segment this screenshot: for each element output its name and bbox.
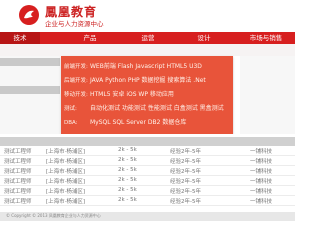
job-list-header xyxy=(0,137,295,146)
job-row[interactable]: 测试工程师 [上海市·杨浦区] 2k - 5k 经验2年-5年 一铺科技 xyxy=(0,186,295,196)
dropdown-row[interactable]: DBA: MySQL SQL Server DB2 数据仓库 xyxy=(64,114,186,126)
job-row[interactable]: 测试工程师 [上海市·杨浦区] 2k - 5k 经验2年-5年 一铺科技 xyxy=(0,196,295,206)
dropdown-row[interactable]: 后端开发: JAVA Python PHP 数据挖掘 搜索算法 .Net xyxy=(64,72,206,84)
job-location: [上海市·杨浦区] xyxy=(46,189,86,195)
job-title[interactable]: 测试工程师 xyxy=(4,197,32,205)
job-experience: 经验2年-5年 xyxy=(170,169,201,175)
job-location: [上海市·杨浦区] xyxy=(46,179,86,185)
job-company[interactable]: 一铺科技 xyxy=(250,177,272,185)
site-footer: © Copyright © 2013 凤凰教育企业与人力资源中心 xyxy=(0,212,295,221)
job-experience: 经验2年-5年 xyxy=(170,199,201,205)
job-company[interactable]: 一铺科技 xyxy=(250,167,272,175)
job-salary: 2k - 5k xyxy=(118,147,137,153)
job-title[interactable]: 测试工程师 xyxy=(4,147,32,155)
dropdown-row-value[interactable]: MySQL SQL Server DB2 数据仓库 xyxy=(90,119,186,126)
dropdown-row[interactable]: 前端开发: WEB前端 Flash Javascript HTML5 U3D xyxy=(64,58,202,70)
dropdown-row[interactable]: 移动开发: HTML5 安卓 iOS WP 移动应用 xyxy=(64,86,174,98)
job-experience: 经验2年-5年 xyxy=(170,179,201,185)
nav-item-design[interactable]: 设计 xyxy=(184,32,224,44)
dropdown-row-key: 前端开发: xyxy=(64,64,88,70)
job-title[interactable]: 测试工程师 xyxy=(4,177,32,185)
job-row[interactable]: 测试工程师 [上海市·杨浦区] 2k - 5k 经验2年-5年 一铺科技 xyxy=(0,176,295,186)
dropdown-row-value[interactable]: JAVA Python PHP 数据挖掘 搜索算法 .Net xyxy=(90,77,206,84)
job-salary: 2k - 5k xyxy=(118,197,137,203)
footer-copyright: © Copyright © 2013 凤凰教育企业与人力资源中心 xyxy=(6,213,101,218)
job-title[interactable]: 测试工程师 xyxy=(4,157,32,165)
job-row[interactable]: 测试工程师 [上海市·杨浦区] 2k - 5k 经验2年-5年 一铺科技 xyxy=(0,146,295,156)
job-salary: 2k - 5k xyxy=(118,167,137,173)
dropdown-row-value[interactable]: WEB前端 Flash Javascript HTML5 U3D xyxy=(90,63,202,70)
left-panel-header xyxy=(0,86,60,94)
dropdown-row-value[interactable]: HTML5 安卓 iOS WP 移动应用 xyxy=(90,91,174,98)
job-location: [上海市·杨浦区] xyxy=(46,159,86,165)
job-row[interactable]: 测试工程师 [上海市·杨浦区] 2k - 5k 经验2年-5年 一铺科技 xyxy=(0,166,295,176)
job-experience: 经验2年-5年 xyxy=(170,189,201,195)
dropdown-row[interactable]: 测试: 自动化测试 功能测试 性能测试 白盒测试 黑盒测试 xyxy=(64,100,224,112)
job-salary: 2k - 5k xyxy=(118,187,137,193)
job-title[interactable]: 测试工程师 xyxy=(4,167,32,175)
job-experience: 经验2年-5年 xyxy=(170,159,201,165)
nav-item-operations[interactable]: 运营 xyxy=(128,32,168,44)
job-location: [上海市·杨浦区] xyxy=(46,169,86,175)
job-experience: 经验2年-5年 xyxy=(170,149,201,155)
dropdown-row-key: 后端开发: xyxy=(64,78,88,84)
nav-item-tech[interactable]: 技术 xyxy=(0,32,40,44)
left-category-panel xyxy=(0,56,60,134)
main-nav: 技术 产品 运营 设计 市场与销售 xyxy=(0,32,295,44)
nav-item-marketing-sales[interactable]: 市场与销售 xyxy=(240,32,292,44)
site-subtitle: 企业与人力资源中心 xyxy=(45,20,104,28)
job-company[interactable]: 一铺科技 xyxy=(250,197,272,205)
job-location: [上海市·杨浦区] xyxy=(46,199,86,205)
left-panel-header xyxy=(0,58,60,66)
dropdown-row-key: 测试: xyxy=(64,106,77,112)
job-company[interactable]: 一铺科技 xyxy=(250,157,272,165)
job-location: [上海市·杨浦区] xyxy=(46,149,86,155)
nav-item-product[interactable]: 产品 xyxy=(70,32,110,44)
phoenix-logo-icon[interactable] xyxy=(18,4,40,26)
site-header: 鳳凰教育 企业与人力资源中心 xyxy=(0,0,295,32)
job-company[interactable]: 一铺科技 xyxy=(250,147,272,155)
job-row[interactable]: 测试工程师 [上海市·杨浦区] 2k - 5k 经验2年-5年 一铺科技 xyxy=(0,156,295,166)
tech-dropdown-menu: 前端开发: WEB前端 Flash Javascript HTML5 U3D 后端… xyxy=(61,56,233,134)
sub-nav-band xyxy=(0,44,295,56)
dropdown-row-key: 移动开发: xyxy=(64,92,88,98)
dropdown-row-key: DBA: xyxy=(64,120,78,126)
job-salary: 2k - 5k xyxy=(118,177,137,183)
dropdown-row-value[interactable]: 自动化测试 功能测试 性能测试 白盒测试 黑盒测试 xyxy=(90,105,224,112)
job-company[interactable]: 一铺科技 xyxy=(250,187,272,195)
right-panel xyxy=(240,56,295,134)
job-title[interactable]: 测试工程师 xyxy=(4,187,32,195)
job-salary: 2k - 5k xyxy=(118,157,137,163)
